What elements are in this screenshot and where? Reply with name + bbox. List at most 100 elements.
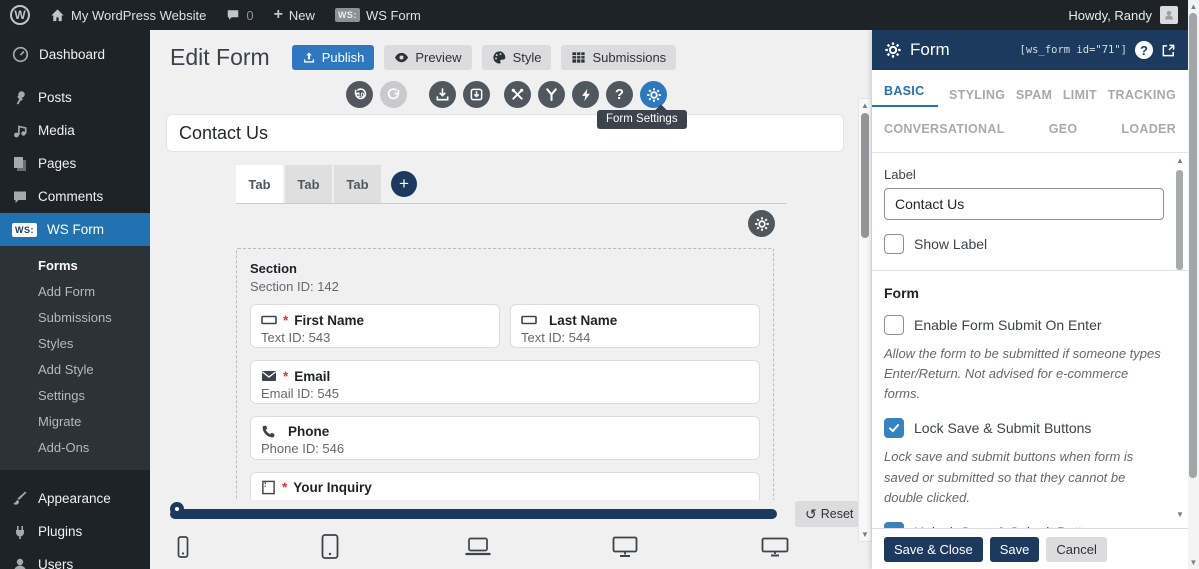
panel-scrollbar[interactable]: ▲ ▼ [1175, 156, 1185, 519]
submenu-item-add-style[interactable]: Add Style [0, 357, 150, 383]
import-button[interactable] [429, 81, 456, 108]
breakpoint-laptop-icon[interactable] [464, 537, 492, 560]
check-icon [888, 424, 900, 433]
panel-help-icon[interactable]: ? [1135, 41, 1153, 59]
admin-bar: W My WordPress Website 0 + New WS: WS Fo… [0, 0, 1188, 30]
tab-tracking[interactable]: TRACKING [1108, 88, 1176, 102]
browser-scroll-up-arrow[interactable]: ▲ [1188, 2, 1199, 11]
expand-icon[interactable] [1161, 43, 1176, 58]
sidebar-item-comments[interactable]: Comments [0, 180, 150, 213]
show-label-checkbox-row[interactable]: Show Label [884, 234, 1164, 254]
panel-scroll-down-arrow[interactable]: ▼ [1175, 510, 1185, 519]
tab-settings-button[interactable] [748, 210, 775, 237]
sidebar-item-posts[interactable]: Posts [0, 81, 150, 114]
breakpoint-phone-icon[interactable] [175, 536, 191, 563]
form-name-heading[interactable]: Contact Us [166, 114, 844, 152]
sidebar-item-plugins[interactable]: Plugins [0, 515, 150, 548]
submissions-button[interactable]: Submissions [561, 45, 677, 70]
submenu-item-forms[interactable]: Forms [0, 253, 150, 279]
save-button[interactable]: Save [989, 536, 1040, 562]
editor-tabs: Tab Tab Tab + [236, 165, 417, 203]
lock-buttons-checkbox-row[interactable]: Lock Save & Submit Buttons [884, 418, 1164, 439]
form-settings-button[interactable] [640, 81, 667, 108]
tab-loader[interactable]: LOADER [1121, 122, 1176, 136]
tab-conversational[interactable]: CONVERSATIONAL [884, 122, 1005, 136]
tab-geo[interactable]: GEO [1049, 122, 1078, 136]
submenu-item-submissions[interactable]: Submissions [0, 305, 150, 331]
browser-scroll-down-arrow[interactable]: ▼ [1188, 558, 1199, 567]
browser-scrollbar[interactable]: ▲ ▼ [1188, 0, 1199, 569]
sidebar-item-label: Appearance [38, 491, 111, 506]
save-and-close-button[interactable]: Save & Close [884, 536, 983, 562]
style-button[interactable]: Style [481, 45, 552, 70]
shortcode-label[interactable]: [ws_form id="71"] [1020, 44, 1127, 56]
help-button[interactable]: ? [606, 81, 633, 108]
cancel-button[interactable]: Cancel [1046, 536, 1107, 562]
tab-limit[interactable]: LIMIT [1063, 88, 1097, 102]
tab-basic[interactable]: BASIC [872, 84, 939, 107]
submit-on-enter-checkbox[interactable] [884, 315, 904, 335]
field-meta: Email ID: 545 [261, 386, 340, 401]
add-tab-button[interactable]: + [391, 171, 417, 197]
sidebar-item-users[interactable]: Users [0, 548, 150, 569]
publish-button[interactable]: Publish [291, 45, 375, 70]
field-phone[interactable]: Phone Phone ID: 546 [250, 416, 760, 460]
export-button[interactable] [463, 81, 490, 108]
breakpoint-desktop-icon[interactable] [612, 536, 638, 561]
conditional-logic-button[interactable] [538, 81, 565, 108]
undo-button[interactable]: 10 [346, 81, 373, 108]
howdy-user-link[interactable]: Howdy, Randy [1068, 8, 1152, 23]
breakpoint-tablet-icon[interactable] [320, 534, 340, 563]
sidebar-item-pages[interactable]: Pages [0, 147, 150, 180]
scroll-up-arrow[interactable]: ▲ [859, 101, 871, 110]
submenu-item-add-form[interactable]: Add Form [0, 279, 150, 305]
gear-icon [754, 216, 769, 231]
breakpoint-slider[interactable] [170, 502, 777, 519]
tools-button[interactable] [504, 81, 531, 108]
field-last-name[interactable]: Last Name Text ID: 544 [510, 304, 760, 348]
field-first-name[interactable]: * First Name Text ID: 543 [250, 304, 500, 348]
tab-spam[interactable]: SPAM [1016, 88, 1052, 102]
form-section[interactable]: Section Section ID: 142 * First Name Tex… [236, 248, 774, 508]
sidebar-item-dashboard[interactable]: Dashboard [0, 38, 150, 71]
lock-buttons-checkbox[interactable] [884, 418, 904, 439]
field-email[interactable]: * Email Email ID: 545 [250, 360, 760, 404]
sidebar-item-ws-form[interactable]: WS: WS Form [0, 213, 150, 246]
submenu-item-add-ons[interactable]: Add-Ons [0, 435, 150, 461]
redo-button[interactable] [380, 81, 407, 108]
plugin-icon [16, 525, 24, 539]
wordpress-logo-menu[interactable]: W [0, 0, 40, 30]
panel-scrollbar-thumb[interactable] [1176, 170, 1183, 270]
browser-scrollbar-thumb[interactable] [1189, 13, 1197, 478]
form-tab-3[interactable]: Tab [334, 165, 381, 203]
show-label-checkbox[interactable] [884, 234, 904, 254]
site-name-link[interactable]: My WordPress Website [40, 0, 216, 30]
scrollbar-thumb[interactable] [861, 113, 869, 238]
field-label: Phone [288, 424, 330, 439]
scroll-down-arrow[interactable]: ▼ [859, 530, 871, 539]
preview-button[interactable]: Preview [384, 45, 472, 70]
new-content-menu[interactable]: + New [264, 0, 325, 30]
user-avatar[interactable] [1160, 6, 1178, 24]
form-tab-1[interactable]: Tab [236, 165, 283, 203]
palette-icon [492, 51, 505, 64]
submenu-item-styles[interactable]: Styles [0, 331, 150, 357]
sidebar-item-appearance[interactable]: Appearance [0, 482, 150, 515]
label-input[interactable] [884, 188, 1164, 220]
panel-body: Label Show Label Form Enable Form Submit… [872, 153, 1188, 569]
comments-shortcut[interactable]: 0 [216, 0, 263, 30]
actions-button[interactable] [572, 81, 599, 108]
submit-on-enter-checkbox-row[interactable]: Enable Form Submit On Enter [884, 315, 1164, 335]
sidebar-item-media[interactable]: Media [0, 114, 150, 147]
tab-styling[interactable]: STYLING [949, 88, 1005, 102]
submenu-item-migrate[interactable]: Migrate [0, 409, 150, 435]
editor-scrollbar[interactable]: ▲ ▼ [858, 98, 872, 542]
panel-scroll-up-arrow[interactable]: ▲ [1175, 156, 1185, 165]
ws-form-admin-bar-menu[interactable]: WS: WS Form [325, 0, 431, 30]
reset-breakpoint-button[interactable]: ↺ Reset [795, 501, 864, 527]
lock-buttons-description: Lock save and submit buttons when form i… [884, 449, 1134, 505]
form-tab-2[interactable]: Tab [285, 165, 332, 203]
breakpoint-large-monitor-icon[interactable] [761, 537, 789, 560]
breakpoint-slider-handle[interactable] [170, 502, 184, 516]
submenu-item-settings[interactable]: Settings [0, 383, 150, 409]
